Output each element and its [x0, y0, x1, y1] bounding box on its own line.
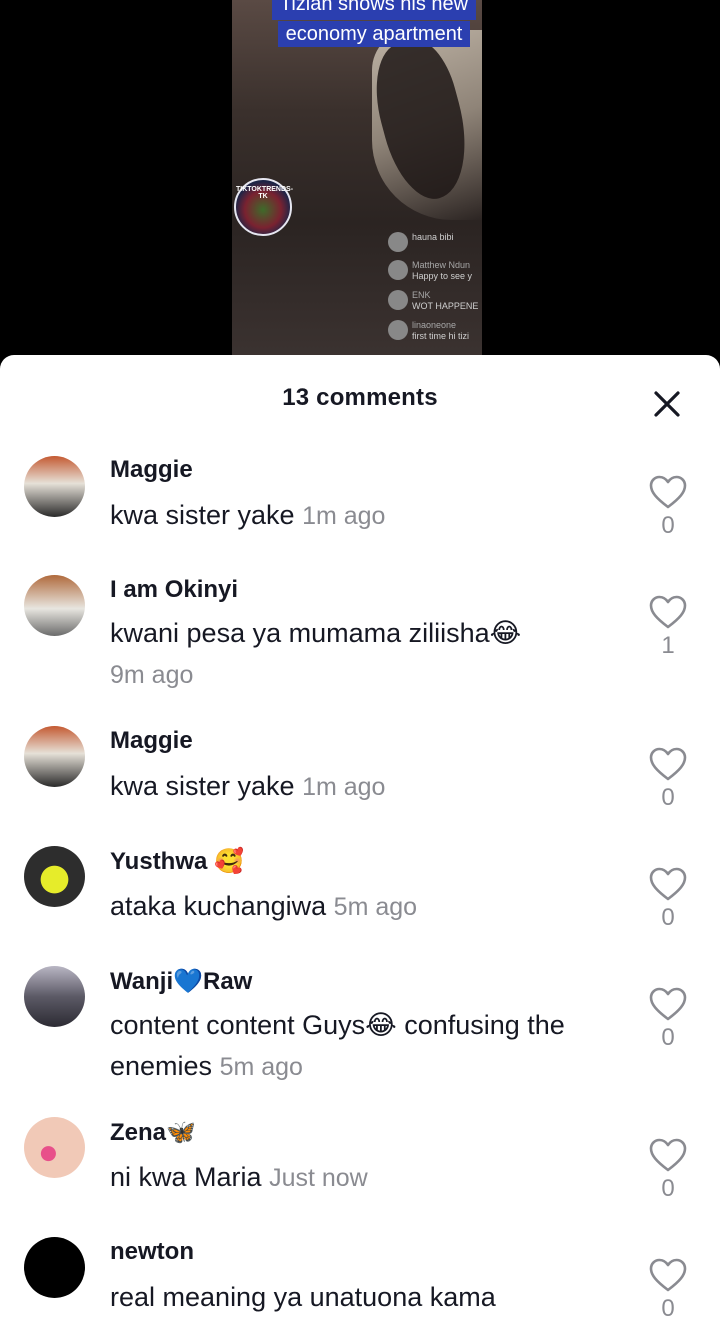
avatar[interactable] [24, 575, 85, 636]
like-button[interactable]: 1 [648, 594, 688, 660]
comment-text: ataka kuchangiwa [110, 891, 327, 921]
avatar[interactable] [24, 456, 85, 517]
comment-time: 5m ago [333, 893, 418, 921]
comment-body: kwa sister yake 1m ago [110, 766, 620, 808]
live-comment-avatar [388, 232, 408, 252]
watermark-logo: TIKTOKTRENDS-TK [234, 178, 294, 236]
live-comment-name: ENK [412, 290, 431, 300]
comment-body: ataka kuchangiwa 5m ago [110, 886, 620, 928]
comment-author[interactable]: I am Okinyi [110, 576, 238, 604]
heart-icon [649, 867, 687, 901]
live-comment-text: hauna bibi [412, 232, 454, 242]
caption-line-2: economy apartment [277, 21, 471, 47]
like-count: 0 [661, 784, 675, 811]
live-comment: linaoneone first time hi tizi [388, 320, 484, 342]
live-comment-avatar [388, 320, 408, 340]
like-count: 0 [661, 512, 675, 539]
comment-body: content content Guys😂 confusing the enem… [110, 1005, 620, 1088]
like-button[interactable]: 0 [648, 986, 688, 1052]
comment-author[interactable]: Zena🦋 [110, 1118, 196, 1147]
heart-icon [649, 595, 687, 629]
like-count: 0 [661, 1295, 675, 1322]
comment-author[interactable]: Maggie [110, 456, 193, 484]
heart-icon [649, 747, 687, 781]
video-player[interactable]: Tizian shows his new economy apartment T… [0, 0, 720, 372]
live-comment-avatar [388, 290, 408, 310]
comment-text: kwa sister yake [110, 500, 295, 530]
like-button[interactable]: 0 [648, 866, 688, 932]
like-count: 1 [661, 632, 675, 659]
avatar[interactable] [24, 726, 85, 787]
like-button[interactable]: 0 [648, 746, 688, 812]
comment-body: kwa sister yake 1m ago [110, 495, 620, 537]
comment-text: kwani pesa ya mumama ziliisha😂 [110, 618, 522, 648]
live-comments-overlay: hauna bibi Matthew Ndun Happy to see y EN… [388, 232, 484, 350]
avatar[interactable] [24, 1237, 85, 1298]
comment-body: kwani pesa ya mumama ziliisha😂 9m ago [110, 613, 620, 696]
comment-time: 1m ago [302, 773, 386, 801]
avatar[interactable] [24, 846, 85, 907]
comment-time: 1m ago [302, 502, 386, 530]
comment-author[interactable]: newton [110, 1238, 194, 1266]
like-button[interactable]: 0 [648, 1257, 688, 1323]
live-comment-text: WOT HAPPENE [412, 301, 479, 311]
comment-author[interactable]: Maggie [110, 727, 193, 755]
heart-icon [649, 1258, 687, 1292]
like-count: 0 [661, 1175, 675, 1202]
like-count: 0 [661, 1024, 675, 1051]
comments-count-title: 13 comments [282, 384, 438, 411]
comment-text: kwa sister yake [110, 771, 295, 801]
live-comment: ENK WOT HAPPENE [388, 290, 484, 312]
comment-text: ni kwa Maria [110, 1162, 262, 1192]
close-icon [654, 391, 680, 417]
live-comment-name: linaoneone [412, 320, 457, 330]
comments-sheet: 13 comments Maggie kwa sister yake 1m ag… [0, 355, 720, 1341]
live-comment-name: Matthew Ndun [412, 260, 471, 270]
live-comment: Matthew Ndun Happy to see y [388, 260, 484, 282]
watermark-text: TIKTOKTRENDS-TK [236, 186, 294, 200]
comment-body: ni kwa Maria Just now [110, 1157, 620, 1199]
close-button[interactable] [650, 387, 684, 421]
live-comment-text: Happy to see y [412, 271, 473, 281]
heart-icon [649, 475, 687, 509]
comment-body: real meaning ya unatuona kama [110, 1277, 620, 1319]
comment-time: 5m ago [219, 1053, 303, 1081]
comment-text: content content Guys😂 confusing the enem… [110, 1010, 565, 1081]
heart-icon [649, 987, 687, 1021]
avatar[interactable] [24, 966, 85, 1027]
live-comment-avatar [388, 260, 408, 280]
comment-text: real meaning ya unatuona kama [110, 1282, 496, 1312]
like-count: 0 [661, 904, 675, 931]
comment-author[interactable]: Wanji💙Raw [110, 967, 252, 996]
live-comment: hauna bibi [388, 232, 484, 252]
video-caption: Tizian shows his new economy apartment [268, 0, 480, 48]
caption-line-1: Tizian shows his new [271, 0, 477, 20]
live-comment-text: first time hi tizi [412, 331, 470, 341]
like-button[interactable]: 0 [648, 1137, 688, 1203]
comments-header: 13 comments [0, 355, 720, 447]
comment-time: Just now [269, 1164, 368, 1192]
heart-icon [649, 1138, 687, 1172]
like-button[interactable]: 0 [648, 474, 688, 540]
comment-author[interactable]: Yusthwa 🥰 [110, 847, 244, 876]
avatar[interactable] [24, 1117, 85, 1178]
comment-time: 9m ago [110, 661, 194, 689]
